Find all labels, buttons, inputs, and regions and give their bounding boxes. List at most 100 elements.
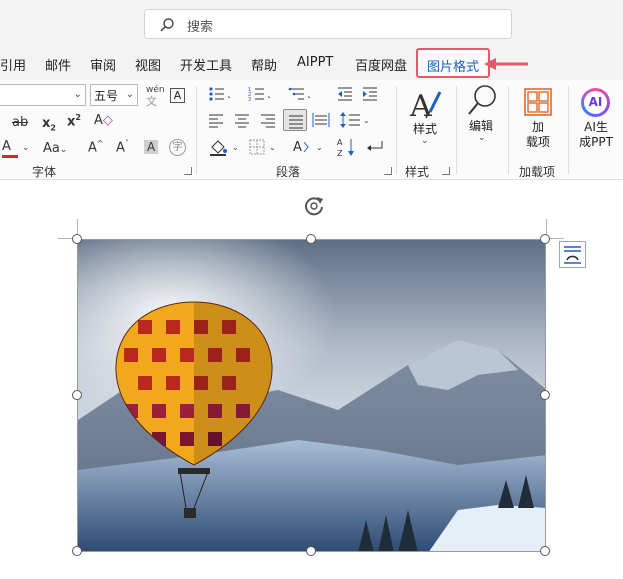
- tab-developer[interactable]: 开发工具: [180, 55, 232, 74]
- numbering-icon[interactable]: 1 2 3 ⌄: [248, 86, 270, 102]
- distributed-icon[interactable]: [312, 112, 330, 128]
- justify-button[interactable]: [283, 109, 307, 131]
- search-box[interactable]: 搜索: [144, 9, 512, 39]
- resize-handle-top-left[interactable]: [72, 234, 82, 244]
- addins-label-line1[interactable]: 加: [524, 120, 552, 135]
- tab-references[interactable]: 引用: [0, 55, 26, 74]
- svg-text:Z: Z: [337, 149, 343, 158]
- rotate-handle-icon[interactable]: [302, 194, 326, 218]
- group-divider: [508, 86, 509, 174]
- resize-handle-bottom[interactable]: [306, 546, 316, 556]
- chevron-down-icon: ⌄: [125, 89, 134, 100]
- svg-text:3: 3: [248, 97, 251, 102]
- chevron-down-icon[interactable]: ⌄: [22, 144, 30, 153]
- resize-handle-right[interactable]: [540, 390, 550, 400]
- svg-text:⌄: ⌄: [226, 91, 230, 100]
- ai-ppt-label-line1[interactable]: AI生: [578, 120, 614, 135]
- svg-text:A: A: [409, 89, 432, 122]
- group-divider: [396, 86, 397, 174]
- grow-font-icon[interactable]: A^: [88, 140, 104, 155]
- ai-ppt-label-line2[interactable]: 成PPT: [574, 135, 618, 150]
- sort-icon[interactable]: AZ: [336, 136, 358, 158]
- chevron-down-icon[interactable]: ⌄: [478, 134, 486, 143]
- shading-icon[interactable]: ⌄: [208, 138, 240, 156]
- styles-group-label: 样式: [405, 165, 430, 179]
- addins-group-label: 加载项: [519, 165, 556, 179]
- paragraph-group-label: 段落: [276, 165, 301, 179]
- tab-baidu-netdisk[interactable]: 百度网盘: [355, 55, 407, 74]
- group-divider: [456, 86, 457, 174]
- ai-icon[interactable]: AI: [581, 88, 610, 117]
- align-left-icon[interactable]: [208, 112, 224, 128]
- group-divider: [196, 86, 197, 174]
- change-case-icon[interactable]: Aa⌄: [43, 142, 67, 155]
- font-color-bar: [2, 155, 18, 158]
- enclose-characters-icon[interactable]: 字: [169, 139, 186, 156]
- paragraph-dialog-launcher-icon[interactable]: [384, 167, 392, 175]
- styles-button-label[interactable]: 样式: [412, 122, 438, 137]
- addins-icon[interactable]: [524, 88, 552, 116]
- show-formatting-icon[interactable]: [366, 138, 384, 156]
- resize-handle-top[interactable]: [306, 234, 316, 244]
- svg-text:⌄: ⌄: [232, 143, 239, 152]
- font-size-combo[interactable]: 五号 ⌄: [90, 84, 138, 106]
- line-spacing-icon[interactable]: ⌄: [340, 112, 370, 128]
- font-size-value: 五号: [94, 89, 119, 103]
- search-placeholder: 搜索: [187, 20, 214, 35]
- bullets-icon[interactable]: ⌄: [208, 86, 230, 102]
- editing-button-label[interactable]: 编辑: [468, 119, 494, 134]
- asian-layout-icon[interactable]: A ⌄: [292, 138, 324, 156]
- layout-options-icon: [564, 246, 581, 264]
- character-shading-icon[interactable]: A: [144, 140, 159, 154]
- subscript-icon[interactable]: x2: [42, 117, 56, 133]
- balloon-photo-image: [78, 240, 545, 551]
- font-group-label: 字体: [32, 165, 57, 179]
- resize-handle-bottom-left[interactable]: [72, 546, 82, 556]
- layout-options-button[interactable]: [559, 241, 586, 268]
- svg-text:⌄: ⌄: [269, 143, 276, 152]
- resize-handle-bottom-right[interactable]: [540, 546, 550, 556]
- styles-dialog-launcher-icon[interactable]: [442, 167, 450, 175]
- group-divider: [568, 86, 569, 174]
- multilevel-list-icon[interactable]: ⌄: [288, 86, 310, 102]
- font-color-icon[interactable]: A: [2, 140, 11, 153]
- selected-picture[interactable]: [77, 239, 546, 552]
- tab-review[interactable]: 审阅: [90, 55, 116, 74]
- resize-handle-left[interactable]: [72, 390, 82, 400]
- title-bar: 搜索: [0, 0, 623, 46]
- svg-text:A: A: [337, 138, 343, 147]
- tab-help[interactable]: 帮助: [251, 55, 277, 74]
- clear-formatting-icon[interactable]: A◇: [94, 114, 113, 127]
- chevron-down-icon[interactable]: ⌄: [421, 137, 429, 146]
- tab-view[interactable]: 视图: [135, 55, 161, 74]
- align-center-icon[interactable]: [234, 112, 250, 128]
- decrease-indent-icon[interactable]: [336, 86, 354, 102]
- phonetic-guide-char: 文: [146, 95, 157, 108]
- increase-indent-icon[interactable]: [361, 86, 379, 102]
- chevron-down-icon: ⌄: [73, 89, 82, 100]
- superscript-icon[interactable]: x2: [67, 114, 81, 129]
- font-dialog-launcher-icon[interactable]: [184, 167, 192, 175]
- strikethrough-icon[interactable]: ab: [12, 116, 28, 129]
- find-icon[interactable]: [466, 84, 498, 120]
- align-right-icon[interactable]: [260, 112, 276, 128]
- styles-icon[interactable]: A: [408, 86, 444, 122]
- tab-mailings[interactable]: 邮件: [45, 55, 71, 74]
- svg-text:⌄: ⌄: [363, 116, 370, 125]
- character-border-icon[interactable]: A: [170, 88, 185, 103]
- shrink-font-icon[interactable]: Aˇ: [116, 140, 129, 155]
- tab-picture-format[interactable]: 图片格式: [416, 48, 491, 78]
- addins-label-line2[interactable]: 载项: [520, 135, 556, 150]
- phonetic-guide-button[interactable]: wén: [146, 86, 165, 95]
- resize-handle-top-right[interactable]: [540, 234, 550, 244]
- font-name-combo[interactable]: ⌄: [0, 84, 86, 106]
- annotation-arrow-icon: [484, 58, 528, 70]
- search-icon: [160, 18, 174, 32]
- justify-icon: [289, 115, 303, 129]
- tab-aippt[interactable]: AIPPT: [297, 55, 333, 70]
- borders-icon[interactable]: ⌄: [248, 138, 278, 156]
- svg-text:⌄: ⌄: [266, 91, 270, 100]
- ai-badge: AI: [584, 91, 607, 114]
- ribbon: ⌄ 五号 ⌄ wén 文 A ab x2 x2 A◇ A ⌄ Aa⌄ A^ Aˇ…: [0, 80, 623, 180]
- svg-text:⌄: ⌄: [316, 143, 323, 152]
